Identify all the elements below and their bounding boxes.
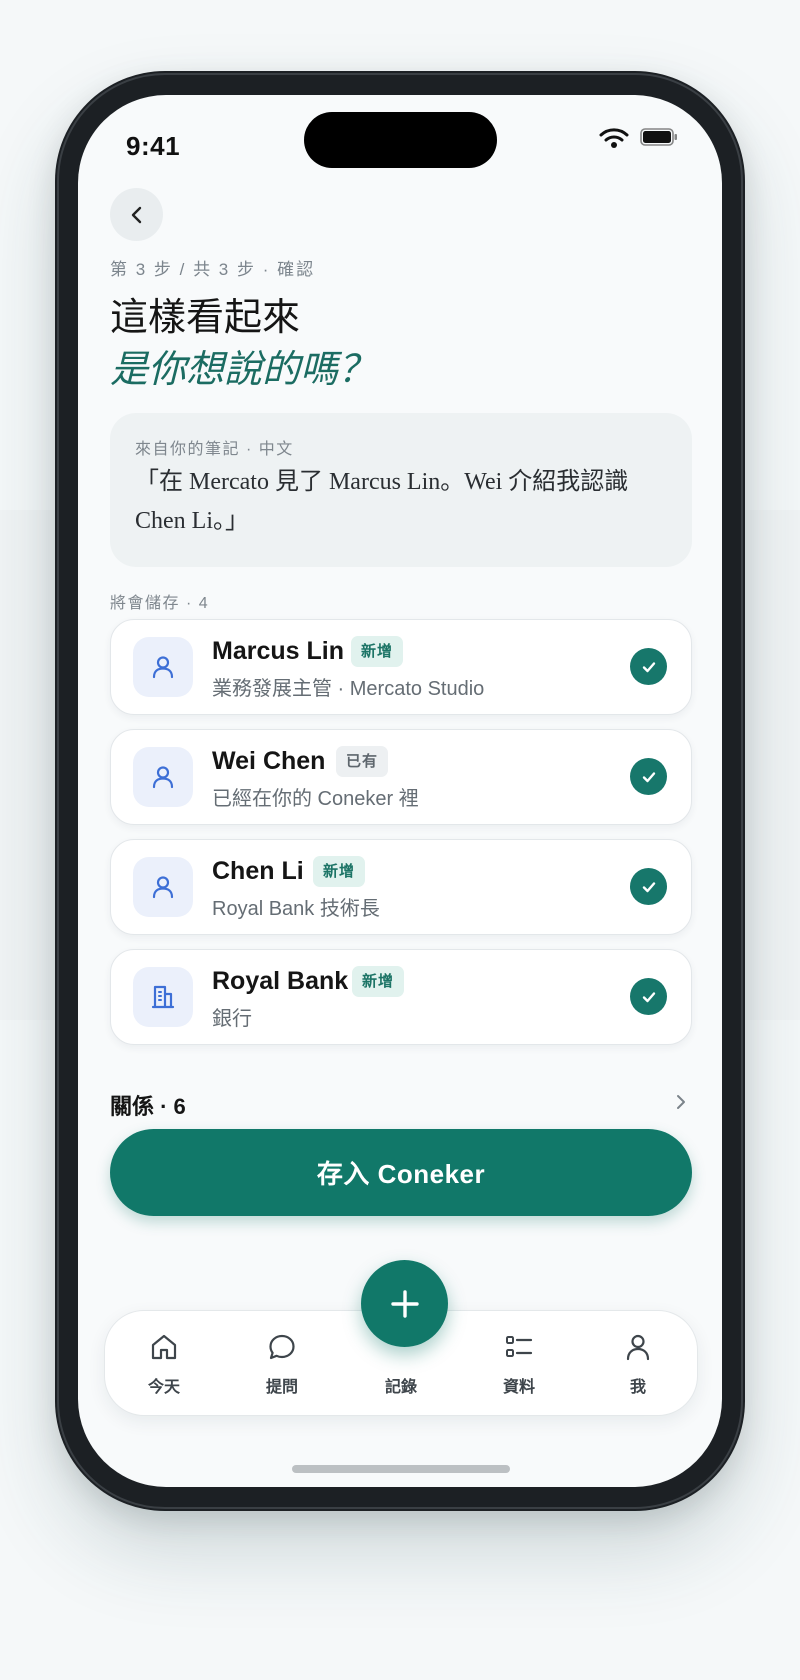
tab-me[interactable]: 我 bbox=[579, 1311, 697, 1415]
tab-data[interactable]: 資料 bbox=[460, 1311, 578, 1415]
home-icon bbox=[151, 1334, 177, 1360]
battery-icon bbox=[640, 128, 677, 146]
tab-label: 今天 bbox=[147, 1379, 180, 1396]
avatar bbox=[133, 747, 193, 807]
avatar bbox=[133, 637, 193, 697]
person-icon bbox=[152, 656, 174, 679]
note-source-label: 來自你的筆記 · 中文 bbox=[135, 441, 294, 458]
check-toggle[interactable] bbox=[630, 868, 667, 905]
entity-name: Royal Bank bbox=[212, 967, 349, 995]
relations-label: 關係 · 6 bbox=[110, 1094, 186, 1119]
save-count-label: 將會儲存 · 4 bbox=[110, 595, 210, 612]
status-badge: 新增 bbox=[352, 966, 405, 997]
tab-label: 記錄 bbox=[384, 1379, 417, 1396]
checkmark-icon bbox=[642, 881, 655, 892]
app-screen: 9:41 第 3 步 / 共 3 步 · 確認 這樣看起來 是你想說的嗎？ 來自… bbox=[78, 95, 722, 1487]
step-indicator: 第 3 步 / 共 3 步 · 確認 bbox=[110, 260, 316, 279]
avatar bbox=[133, 857, 193, 917]
tab-ask[interactable]: 提問 bbox=[223, 1311, 341, 1415]
entity-card[interactable]: Royal Bank 新增 銀行 bbox=[110, 949, 692, 1045]
user-icon bbox=[626, 1334, 650, 1361]
wifi-icon bbox=[599, 128, 629, 148]
source-note-card: 來自你的筆記 · 中文 「在 Mercato 見了 Marcus Lin。Wei… bbox=[110, 413, 692, 567]
status-badge: 已有 bbox=[336, 746, 389, 777]
plus-icon bbox=[390, 1289, 419, 1318]
avatar bbox=[133, 967, 193, 1027]
check-toggle[interactable] bbox=[630, 978, 667, 1015]
building-icon bbox=[151, 985, 175, 1009]
add-record-button[interactable] bbox=[361, 1260, 448, 1347]
entity-subtitle: 銀行 bbox=[212, 1008, 252, 1030]
tab-label: 資料 bbox=[502, 1379, 535, 1396]
home-indicator bbox=[292, 1465, 510, 1473]
status-badge: 新增 bbox=[351, 636, 404, 667]
status-badge: 新增 bbox=[313, 856, 366, 887]
entity-card[interactable]: Marcus Lin 新增 業務發展主管 · Mercato Studio bbox=[110, 619, 692, 715]
entity-name: Marcus Lin bbox=[212, 637, 344, 665]
chevron-right-icon bbox=[677, 1095, 685, 1109]
person-icon bbox=[152, 876, 174, 899]
page-title-emphasis: 是你想說的嗎？ bbox=[110, 349, 377, 391]
check-toggle[interactable] bbox=[630, 758, 667, 795]
entity-subtitle: Royal Bank 技術長 bbox=[212, 898, 380, 920]
list-icon bbox=[506, 1336, 533, 1357]
checkmark-icon bbox=[642, 991, 655, 1002]
entity-subtitle: 業務發展主管 · Mercato Studio bbox=[212, 678, 485, 700]
checkmark-icon bbox=[642, 661, 655, 672]
back-button[interactable] bbox=[110, 188, 163, 241]
page-title: 這樣看起來 bbox=[110, 297, 301, 339]
entity-card[interactable]: Wei Chen 已有 已經在你的 Coneker 裡 bbox=[110, 729, 692, 825]
dynamic-island bbox=[304, 112, 497, 168]
chevron-left-icon bbox=[131, 206, 141, 223]
entity-subtitle: 已經在你的 Coneker 裡 bbox=[212, 788, 419, 810]
person-icon bbox=[152, 766, 174, 789]
entity-card[interactable]: Chen Li 新增 Royal Bank 技術長 bbox=[110, 839, 692, 935]
entity-name: Wei Chen bbox=[212, 747, 326, 775]
chat-bubble-icon bbox=[269, 1334, 295, 1360]
tab-label: 我 bbox=[629, 1379, 646, 1396]
save-to-coneker-button[interactable]: 存入 Coneker bbox=[110, 1129, 692, 1216]
phone-frame: 9:41 第 3 步 / 共 3 步 · 確認 這樣看起來 是你想說的嗎？ 來自… bbox=[55, 71, 745, 1511]
tab-today[interactable]: 今天 bbox=[105, 1311, 223, 1415]
status-time: 9:41 bbox=[126, 131, 181, 161]
note-quote: 「在 Mercato 見了 Marcus Lin。Wei 介紹我認識 Chen … bbox=[135, 469, 629, 534]
check-toggle[interactable] bbox=[630, 648, 667, 685]
relations-row[interactable]: 關係 · 6 bbox=[110, 1085, 690, 1121]
checkmark-icon bbox=[642, 771, 655, 782]
entity-name: Chen Li bbox=[212, 857, 304, 885]
tab-label: 提問 bbox=[265, 1379, 298, 1396]
